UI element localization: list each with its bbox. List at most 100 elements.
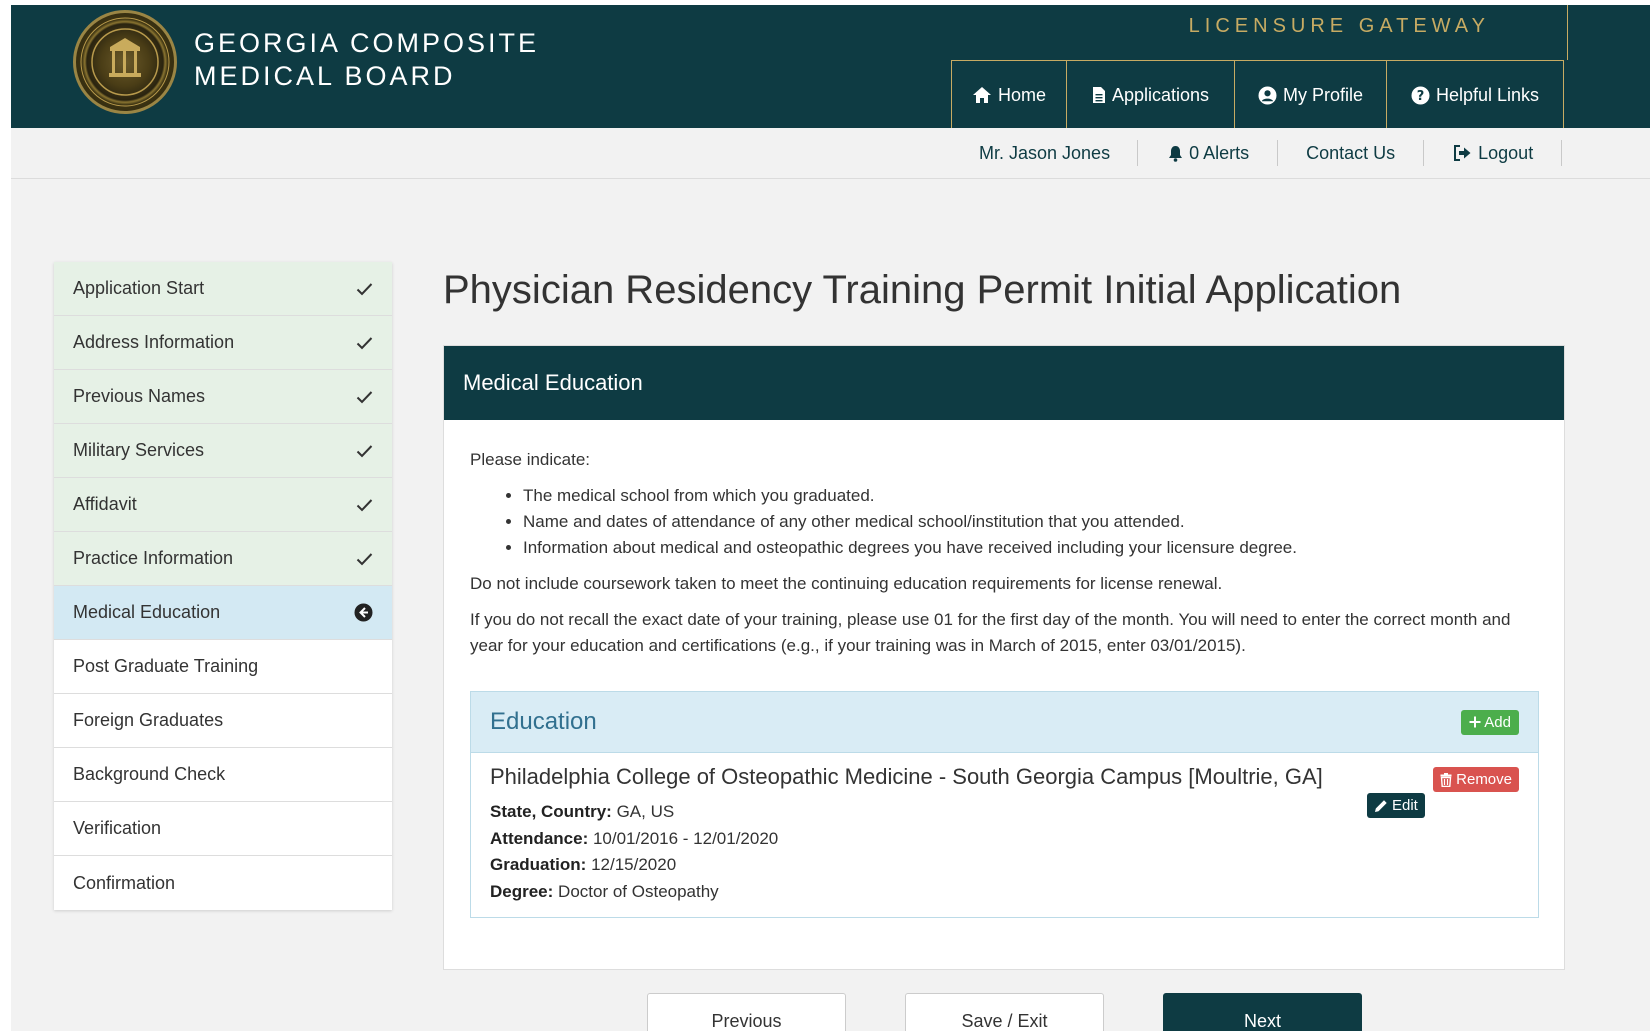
attendance-value: 10/01/2016 - 12/01/2020: [592, 828, 779, 848]
app-frame: GEORGIA COMPOSITE MEDICAL BOARD LICENSUR…: [11, 5, 1650, 1031]
page-title: Physician Residency Training Permit Init…: [443, 268, 1402, 312]
attendance-row: Attendance: 10/01/2016 - 12/01/2020: [490, 826, 778, 853]
sidebar-item-background-check[interactable]: Background Check: [54, 748, 392, 802]
sidebar-item-verification[interactable]: Verification: [54, 802, 392, 856]
sidebar-item-foreign-graduates[interactable]: Foreign Graduates: [54, 694, 392, 748]
panel-header: Medical Education: [444, 346, 1564, 420]
graduation-row: Graduation: 12/15/2020: [490, 852, 778, 879]
plus-icon: [1469, 716, 1481, 728]
sidebar-item-label: Confirmation: [73, 872, 176, 893]
sidebar-item-previous-names[interactable]: Previous Names: [54, 370, 392, 424]
sidebar-item-military-services[interactable]: Military Services: [54, 424, 392, 478]
alerts-link[interactable]: 0 Alerts: [1138, 140, 1279, 166]
intro-text: Please indicate:: [470, 450, 591, 469]
education-title: Education: [490, 708, 597, 735]
list-item: Name and dates of attendance of any othe…: [523, 509, 1538, 535]
save-exit-label: Save / Exit: [961, 1011, 1048, 1031]
user-bar: Mr. Jason Jones 0 Alerts Contact Us Logo…: [11, 128, 1650, 179]
nav-my-profile-label: My Profile: [1282, 84, 1363, 105]
sidebar-item-confirmation[interactable]: Confirmation: [54, 856, 392, 910]
graduation-label: Graduation:: [490, 855, 587, 874]
state-country-row: State, Country: GA, US: [490, 799, 778, 826]
sidebar-item-application-start[interactable]: Application Start: [54, 262, 392, 316]
nav-helpful-links-label: Helpful Links: [1435, 84, 1540, 105]
nav-home[interactable]: Home: [952, 61, 1067, 129]
sidebar-item-practice-information[interactable]: Practice Information: [54, 532, 392, 586]
degree-value: Doctor of Osteopathy: [558, 881, 719, 901]
site-header: GEORGIA COMPOSITE MEDICAL BOARD LICENSUR…: [11, 5, 1650, 129]
save-exit-button[interactable]: Save / Exit: [905, 993, 1104, 1031]
coursework-note: Do not include coursework taken to meet …: [470, 574, 1223, 593]
next-label: Next: [1243, 1011, 1281, 1031]
brand-line-1: GEORGIA COMPOSITE: [194, 28, 540, 58]
education-section: Education Add Philadelphia College of Os…: [470, 691, 1539, 918]
sidebar-item-label: Practice Information: [73, 548, 234, 568]
pencil-icon: [1375, 799, 1387, 812]
logout-link[interactable]: Logout: [1424, 140, 1563, 166]
checkmark-icon: [356, 552, 373, 565]
checkmark-icon: [356, 444, 373, 457]
svg-text:?: ?: [1417, 89, 1425, 104]
instruction-list: The medical school from which you gradua…: [470, 483, 1538, 561]
alerts-label: 0 Alerts: [1189, 143, 1250, 163]
checkmark-icon: [356, 282, 373, 295]
brand-title: GEORGIA COMPOSITE MEDICAL BOARD: [194, 27, 539, 93]
sidebar-item-affidavit[interactable]: Affidavit: [54, 478, 392, 532]
bell-icon: [1169, 145, 1183, 162]
sidebar-item-label: Military Services: [73, 440, 205, 460]
sidebar-item-post-graduate-training[interactable]: Post Graduate Training: [54, 640, 392, 694]
sidebar-item-label: Post Graduate Training: [73, 656, 259, 676]
education-details: State, Country: GA, US Attendance: 10/01…: [490, 799, 778, 905]
document-icon: [1092, 87, 1105, 103]
application-steps-sidebar: Application Start Address Information Pr…: [54, 262, 392, 910]
degree-label: Degree:: [490, 881, 554, 901]
add-education-button[interactable]: Add: [1461, 709, 1519, 735]
next-button[interactable]: Next: [1163, 993, 1362, 1031]
sidebar-item-label: Foreign Graduates: [73, 710, 224, 730]
nav-helpful-links[interactable]: ? Helpful Links: [1387, 61, 1564, 129]
date-note: If you do not recall the exact date of y…: [470, 610, 1511, 655]
nav-applications[interactable]: Applications: [1067, 61, 1235, 129]
trash-icon: [1440, 772, 1452, 787]
brand-line-2: MEDICAL BOARD: [194, 61, 456, 91]
sidebar-item-label: Verification: [73, 818, 162, 838]
checkmark-icon: [356, 390, 373, 403]
nav-applications-label: Applications: [1111, 84, 1210, 105]
sidebar-item-medical-education[interactable]: Medical Education: [54, 586, 392, 640]
arrow-circle-left-icon: [354, 603, 373, 622]
list-item: Information about medical and osteopathi…: [523, 535, 1538, 561]
education-header: Education Add: [471, 692, 1538, 753]
graduation-value: 12/15/2020: [591, 855, 677, 874]
sidebar-item-label: Medical Education: [73, 602, 221, 622]
remove-label: Remove: [1456, 771, 1512, 788]
medical-education-panel: Medical Education Please indicate: The m…: [443, 345, 1565, 970]
user-name-label: Mr. Jason Jones: [979, 143, 1111, 163]
add-label: Add: [1484, 713, 1511, 731]
nav-my-profile[interactable]: My Profile: [1235, 61, 1387, 129]
previous-button[interactable]: Previous: [647, 993, 846, 1031]
state-country-value: GA, US: [616, 802, 675, 821]
gateway-label: LICENSURE GATEWAY: [1188, 15, 1490, 37]
checkmark-icon: [356, 498, 373, 511]
state-seal-logo: [73, 10, 177, 114]
contact-us-link[interactable]: Contact Us: [1278, 140, 1425, 166]
user-circle-icon: [1258, 86, 1277, 104]
user-name-link[interactable]: Mr. Jason Jones: [951, 140, 1139, 166]
contact-us-label: Contact Us: [1306, 143, 1396, 163]
remove-education-button[interactable]: Remove: [1433, 767, 1519, 792]
attendance-label: Attendance:: [490, 828, 589, 848]
header-divider: [1567, 5, 1568, 60]
logout-label: Logout: [1478, 143, 1534, 163]
user-nav: Mr. Jason Jones 0 Alerts Contact Us Logo…: [951, 128, 1563, 178]
degree-row: Degree: Doctor of Osteopathy: [490, 879, 778, 906]
panel-body: Please indicate: The medical school from…: [444, 420, 1564, 659]
edit-education-button[interactable]: Edit: [1367, 793, 1425, 818]
checkmark-icon: [356, 336, 373, 349]
logout-icon: [1454, 145, 1471, 161]
question-circle-icon: ?: [1411, 86, 1430, 104]
sidebar-item-label: Application Start: [73, 278, 205, 298]
main-nav: Home Applications My Profile ? Helpful L…: [951, 60, 1564, 129]
sidebar-item-label: Previous Names: [73, 386, 206, 406]
sidebar-item-label: Affidavit: [73, 494, 137, 514]
sidebar-item-address-information[interactable]: Address Information: [54, 316, 392, 370]
